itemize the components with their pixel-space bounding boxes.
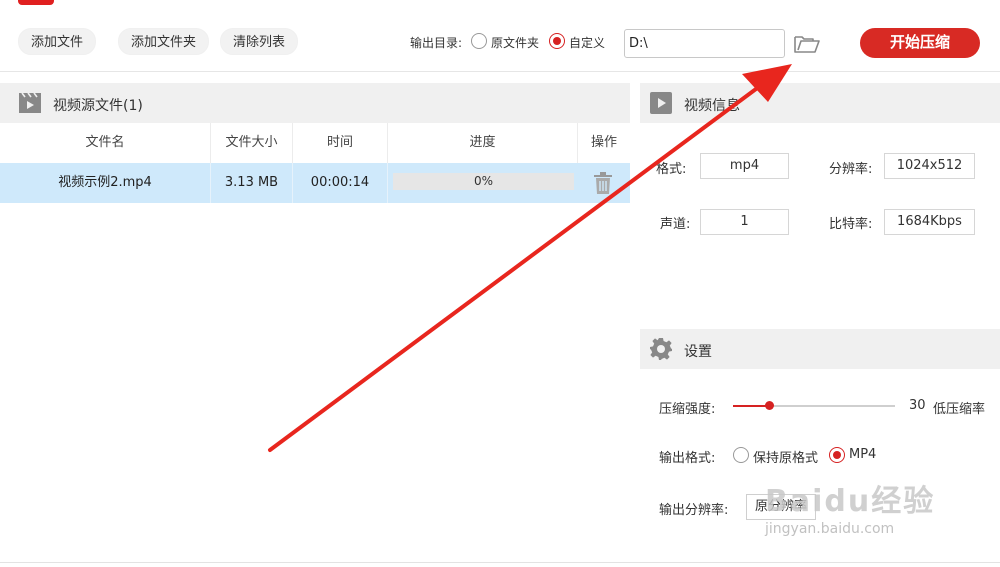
watermark-brand: Baidu经验 <box>765 484 936 519</box>
settings-title: 设置 <box>684 344 712 360</box>
baidu-watermark: Baidu经验 jingyan.baidu.com <box>755 472 985 542</box>
radio-keep-format-label: 保持原格式 <box>753 451 819 466</box>
add-file-button[interactable]: 添加文件 <box>18 28 97 55</box>
start-compress-button[interactable]: 开始压缩 <box>860 28 980 58</box>
row-filesize: 3.13 MB <box>211 163 293 203</box>
progress-bar: 0% <box>393 173 574 190</box>
col-progress: 进度 <box>388 123 578 163</box>
clear-list-button[interactable]: 清除列表 <box>220 28 299 55</box>
folder-open-icon[interactable] <box>793 32 821 56</box>
video-info-header: 视频信息 <box>640 83 1000 123</box>
radio-mp4[interactable] <box>829 447 845 463</box>
add-folder-button[interactable]: 添加文件夹 <box>118 28 210 55</box>
strength-value: 30 <box>909 398 926 413</box>
settings-header: 设置 <box>640 329 1000 369</box>
channel-value: 1 <box>700 209 789 235</box>
row-duration: 00:00:14 <box>293 163 388 203</box>
file-panel-title: 视频源文件(1) <box>53 98 143 114</box>
output-path-input[interactable] <box>624 29 785 58</box>
col-duration: 时间 <box>293 123 388 163</box>
radio-original-folder[interactable] <box>471 33 487 49</box>
resolution-label: 分辨率: <box>829 162 873 177</box>
radio-mp4-label: MP4 <box>849 447 877 462</box>
gear-icon <box>650 338 672 364</box>
strength-slider-handle[interactable] <box>764 401 774 410</box>
radio-custom-folder-label: 自定义 <box>569 36 606 50</box>
col-actions: 操作 <box>590 135 617 150</box>
radio-original-folder-label: 原文件夹 <box>491 36 540 50</box>
row-filename: 视频示例2.mp4 <box>0 163 211 203</box>
format-value: mp4 <box>700 153 789 179</box>
watermark-url: jingyan.baidu.com <box>765 521 895 537</box>
output-format-label: 输出格式: <box>659 451 716 466</box>
toolbar: 添加文件 添加文件夹 清除列表 输出目录: 原文件夹 自定义 开始压缩 <box>0 0 1000 72</box>
file-table-header: 文件名 文件大小 时间 进度 操作 <box>0 123 630 163</box>
bitrate-value: 1684Kbps <box>884 209 975 235</box>
resolution-value: 1024x512 <box>884 153 975 179</box>
strength-label: 压缩强度: <box>659 402 716 417</box>
col-filesize: 文件大小 <box>211 123 293 163</box>
strength-desc: 低压缩率 <box>933 402 986 417</box>
file-panel-header: 视频源文件(1) <box>0 83 630 123</box>
output-resolution-label: 输出分辨率: <box>659 503 729 518</box>
radio-custom-folder[interactable] <box>549 33 565 49</box>
play-icon <box>650 92 672 118</box>
strength-slider[interactable] <box>733 401 895 410</box>
radio-keep-format[interactable] <box>733 447 749 463</box>
bitrate-label: 比特率: <box>829 217 873 232</box>
output-dir-label: 输出目录: <box>410 36 463 50</box>
channel-label: 声道: <box>660 217 691 232</box>
col-filename: 文件名 <box>0 123 211 163</box>
video-file-icon <box>18 91 42 119</box>
video-info-title: 视频信息 <box>684 98 740 114</box>
format-label: 格式: <box>656 162 687 177</box>
trash-icon[interactable] <box>593 172 613 198</box>
bottom-divider <box>0 562 1000 563</box>
strength-slider-fill <box>733 405 769 407</box>
progress-text: 0% <box>473 174 494 188</box>
table-row[interactable]: 视频示例2.mp4 3.13 MB 00:00:14 0% <box>0 163 630 203</box>
